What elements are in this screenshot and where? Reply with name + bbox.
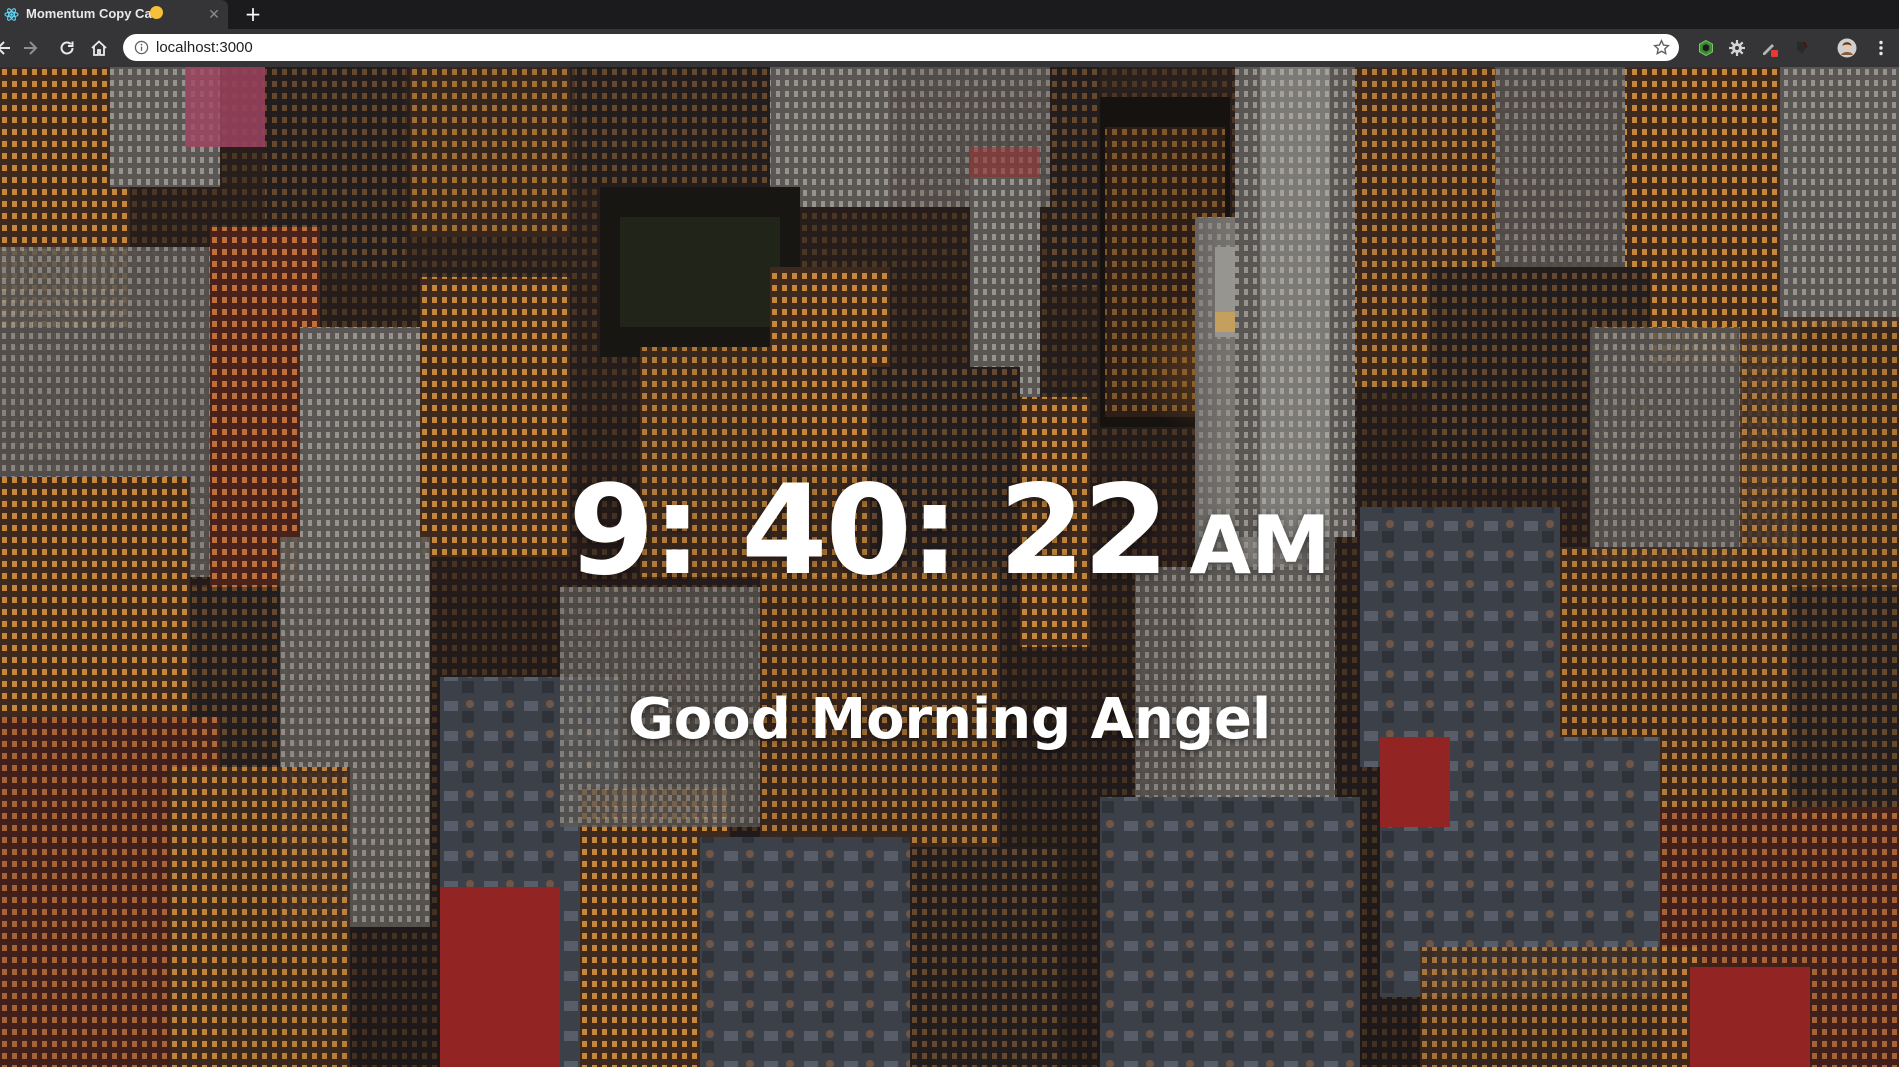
more-vert-icon[interactable]	[1871, 38, 1891, 58]
pen-extension-icon[interactable]	[1760, 38, 1780, 58]
close-tab-icon[interactable]: ✕	[206, 6, 222, 22]
browser-toolbar: localhost:3000	[0, 29, 1899, 67]
greeting-text[interactable]: Good Morning Angel	[0, 687, 1899, 752]
avatar[interactable]	[1837, 38, 1857, 58]
center-content: 9: 40: 22 AM Good Morning Angel	[0, 67, 1899, 1067]
momentum-page: 9: 40: 22 AM Good Morning Angel	[0, 67, 1899, 1067]
reload-icon[interactable]	[57, 38, 77, 58]
browser-window: Momentum Copy Cat ✕ + localhost:3000 9: …	[0, 0, 1899, 1067]
arrow-right-icon[interactable]	[20, 38, 40, 58]
hexagon-extension-icon[interactable]	[1696, 38, 1716, 58]
arrow-left-icon[interactable]	[0, 38, 14, 58]
clock: 9: 40: 22 AM	[0, 459, 1899, 603]
dark-extension-icon[interactable]	[1792, 38, 1812, 58]
smiling-face-icon	[150, 6, 163, 19]
tab-strip: Momentum Copy Cat ✕ +	[0, 0, 1899, 29]
info-icon[interactable]	[134, 40, 149, 55]
react-icon	[4, 8, 19, 21]
address-bar[interactable]: localhost:3000	[123, 34, 1679, 61]
new-tab-button[interactable]: +	[242, 3, 264, 25]
url-text: localhost:3000	[156, 39, 253, 56]
gear-extension-icon[interactable]	[1727, 38, 1747, 58]
clock-time: 9: 40: 22	[568, 459, 1169, 603]
clock-period: AM	[1189, 499, 1331, 592]
home-icon[interactable]	[89, 38, 109, 58]
tab-momentum-copy-cat[interactable]: Momentum Copy Cat ✕	[0, 0, 228, 29]
tab-title: Momentum Copy Cat	[26, 6, 156, 21]
star-icon[interactable]	[1652, 38, 1671, 57]
